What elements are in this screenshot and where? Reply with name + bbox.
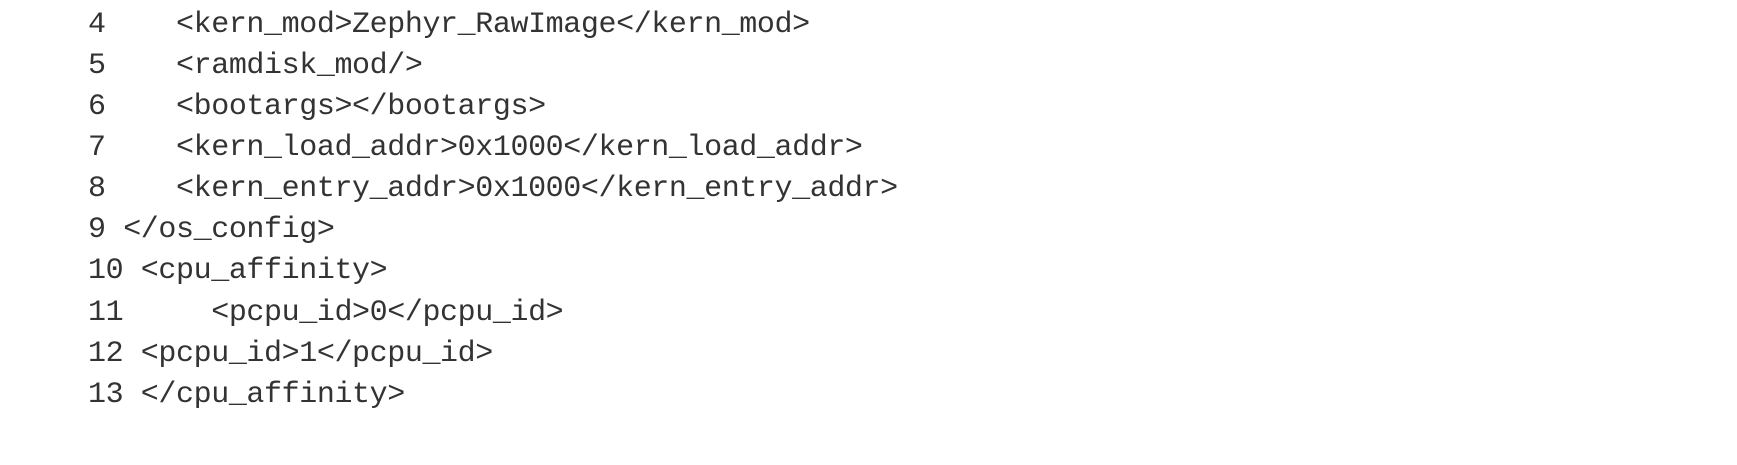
code-line-13: 13 </cpu_affinity> <box>88 378 405 412</box>
code-line-9: 9 </os_config> <box>88 213 335 247</box>
code-line-4: 4 <kern_mod>Zephyr_RawImage</kern_mod> <box>88 8 810 42</box>
code-line-12: 12 <pcpu_id>1</pcpu_id> <box>88 337 493 371</box>
code-line-6: 6 <bootargs></bootargs> <box>88 90 546 124</box>
code-line-5: 5 <ramdisk_mod/> <box>88 49 423 83</box>
code-listing: 4 <kern_mod>Zephyr_RawImage</kern_mod> 5… <box>0 0 1737 465</box>
code-line-8: 8 <kern_entry_addr>0x1000</kern_entry_ad… <box>88 172 898 206</box>
code-line-11: 11 <pcpu_id>0</pcpu_id> <box>88 296 564 330</box>
code-line-10: 10 <cpu_affinity> <box>88 254 388 288</box>
code-line-7: 7 <kern_load_addr>0x1000</kern_load_addr… <box>88 131 863 165</box>
